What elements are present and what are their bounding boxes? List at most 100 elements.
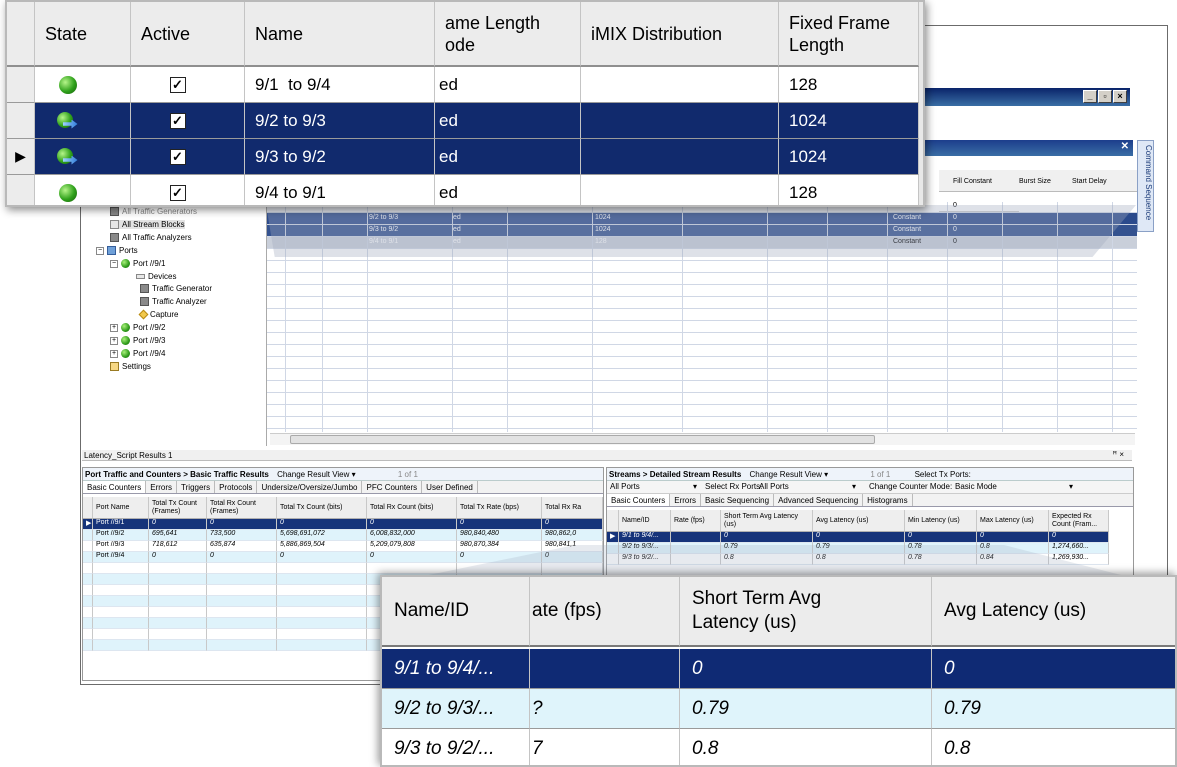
maximize-button[interactable]: ▫: [1098, 90, 1112, 103]
change-result-view-button[interactable]: Change Result View ▾: [750, 470, 829, 479]
collapse-icon[interactable]: −: [96, 246, 104, 255]
checkbox-icon[interactable]: ✓: [169, 148, 186, 165]
tree-item-all-stream-blocks[interactable]: All Stream Blocks: [110, 220, 185, 229]
pager[interactable]: 1 of 1: [398, 470, 418, 479]
tree-item-port-9-1[interactable]: − Port //9/1: [110, 259, 165, 268]
collapse-icon[interactable]: −: [110, 259, 118, 268]
stream-name: 9/2 to 9/3: [245, 103, 435, 139]
col-name[interactable]: Name: [245, 2, 435, 67]
col-rx-bits[interactable]: Total Rx Count (bits): [367, 497, 457, 519]
col-active[interactable]: Active: [131, 2, 245, 67]
checkbox-icon[interactable]: ✓: [169, 184, 186, 201]
col-port-name[interactable]: Port Name: [93, 497, 149, 519]
dropdown-arrow-icon[interactable]: ▾: [1069, 482, 1073, 491]
dropdown-arrow-icon[interactable]: ▾: [693, 482, 697, 491]
col-rate[interactable]: Rate (fps): [671, 510, 721, 532]
expand-icon[interactable]: +: [110, 323, 118, 332]
col-fixed-frame-length[interactable]: Fixed Frame Length: [779, 2, 919, 67]
col-short-term-latency[interactable]: Short Term Avg Latency (us): [680, 577, 932, 647]
active-checkbox[interactable]: ✓: [131, 103, 245, 139]
select-rx-label: Select Rx Ports:: [705, 482, 763, 491]
table-cell: [277, 596, 367, 607]
row-indicator: [83, 618, 93, 629]
col-tx-bits[interactable]: Total Tx Count (bits): [277, 497, 367, 519]
col-rx-rate[interactable]: Total Rx Ra: [542, 497, 603, 519]
expand-icon[interactable]: +: [110, 336, 118, 345]
row-header: ▶: [7, 139, 35, 175]
tree-item-port-9-3[interactable]: + Port //9/3: [110, 336, 165, 345]
tab-triggers[interactable]: Triggers: [177, 481, 216, 493]
tab-histograms[interactable]: Histograms: [863, 494, 913, 506]
tab-basic-counters[interactable]: Basic Counters: [83, 481, 147, 493]
active-checkbox[interactable]: ✓: [131, 175, 245, 205]
tree-item-port-9-2[interactable]: + Port //9/2: [110, 323, 165, 332]
table-cell: 0: [813, 532, 905, 543]
tab-pfc[interactable]: PFC Counters: [362, 481, 423, 493]
tab-protocols[interactable]: Protocols: [215, 481, 258, 493]
col-state[interactable]: State: [35, 2, 131, 67]
tree-item-settings[interactable]: Settings: [110, 362, 151, 371]
row-header: [7, 103, 35, 139]
tab-errors[interactable]: Errors: [670, 494, 702, 506]
tree-item-traffic-analyzer[interactable]: Traffic Analyzer: [140, 297, 207, 306]
col-frame-length-mode[interactable]: ame Length ode: [435, 2, 581, 67]
col-expected-rx[interactable]: Expected Rx Count (Fram...: [1049, 510, 1109, 532]
dropdown-arrow-icon[interactable]: ▾: [852, 482, 856, 491]
col-short-term-latency[interactable]: Short Term Avg Latency (us): [721, 510, 813, 532]
checkbox-icon[interactable]: ✓: [169, 112, 186, 129]
checkbox-icon[interactable]: ✓: [169, 76, 186, 93]
active-checkbox[interactable]: ✓: [131, 67, 245, 103]
table-cell: 0.8: [680, 729, 932, 765]
table-cell: 9/1 to 9/4/...: [619, 532, 671, 543]
tab-basic-counters[interactable]: Basic Counters: [607, 494, 671, 506]
pin-close-icons[interactable]: ꟸ ×: [1112, 450, 1124, 459]
col-rate[interactable]: ate (fps): [530, 577, 680, 647]
imix-distribution: [581, 139, 779, 175]
minimize-button[interactable]: _: [1083, 90, 1097, 103]
table-row[interactable]: Port //9/2 695,641 733,500 5,698,691,072 6,0…: [83, 530, 603, 541]
col-tx-frames[interactable]: Total Tx Count (Frames): [149, 497, 207, 519]
row-indicator: [83, 596, 93, 607]
table-row[interactable]: Port //9/3 718,612 635,874 5,886,869,504 5,2…: [83, 541, 603, 552]
table-row[interactable]: ▶ Port //9/1 0 0 0 0 0 0: [83, 519, 603, 530]
tab-user-defined[interactable]: User Defined: [422, 481, 478, 493]
window-controls: _ ▫ ×: [1083, 90, 1127, 103]
rx-ports-select[interactable]: All Ports: [759, 482, 789, 491]
tab-errors[interactable]: Errors: [146, 481, 178, 493]
close-button[interactable]: ×: [1113, 90, 1127, 103]
tree-item-port-9-4[interactable]: + Port //9/4: [110, 349, 165, 358]
tree-item-all-traffic-analyzers[interactable]: All Traffic Analyzers: [110, 233, 192, 242]
tab-basic-sequencing[interactable]: Basic Sequencing: [701, 494, 775, 506]
tree-item-ports[interactable]: − Ports: [96, 246, 138, 255]
scrollbar-thumb[interactable]: [290, 435, 875, 444]
col-burst-size[interactable]: Burst Size: [1019, 178, 1051, 185]
tree-item-traffic-generator[interactable]: Traffic Generator: [140, 284, 212, 293]
tab-undersize[interactable]: Undersize/Oversize/Jumbo: [257, 481, 363, 493]
row-indicator: [83, 640, 93, 651]
command-sequence-tab[interactable]: Command Sequence: [1137, 140, 1154, 232]
pager[interactable]: 1 of 1: [870, 470, 890, 479]
col-avg-latency[interactable]: Avg Latency (us): [813, 510, 905, 532]
col-max-latency[interactable]: Max Latency (us): [977, 510, 1049, 532]
table-cell: 0: [932, 649, 1175, 689]
tx-ports-select[interactable]: All Ports: [610, 482, 640, 491]
col-rx-frames[interactable]: Total Rx Count (Frames): [207, 497, 277, 519]
expand-icon[interactable]: +: [110, 349, 118, 358]
tree-item-capture[interactable]: Capture: [138, 309, 178, 320]
counter-mode-select[interactable]: Basic Mode: [955, 482, 997, 491]
col-avg-latency[interactable]: Avg Latency (us): [932, 577, 1175, 647]
col-tx-rate[interactable]: Total Tx Rate (bps): [457, 497, 542, 519]
col-min-latency[interactable]: Min Latency (us): [905, 510, 977, 532]
active-checkbox[interactable]: ✓: [131, 139, 245, 175]
col-name-id[interactable]: Name/ID: [382, 577, 530, 647]
table-row[interactable]: ▶ 9/1 to 9/4/... 0 0 0 0 0: [607, 532, 1133, 543]
tab-advanced-sequencing[interactable]: Advanced Sequencing: [774, 494, 864, 506]
col-start-delay[interactable]: Start Delay: [1072, 178, 1107, 185]
col-name-id[interactable]: Name/ID: [619, 510, 671, 532]
tree-item-devices[interactable]: Devices: [136, 272, 176, 281]
col-imix-distribution[interactable]: iMIX Distribution: [581, 2, 779, 67]
close-icon[interactable]: ✕: [1121, 141, 1129, 152]
tree-item-all-traffic-generators[interactable]: All Traffic Generators: [110, 207, 197, 216]
col-fill-constant[interactable]: Fill Constant: [953, 178, 992, 185]
change-result-view-button[interactable]: Change Result View ▾: [277, 470, 356, 479]
